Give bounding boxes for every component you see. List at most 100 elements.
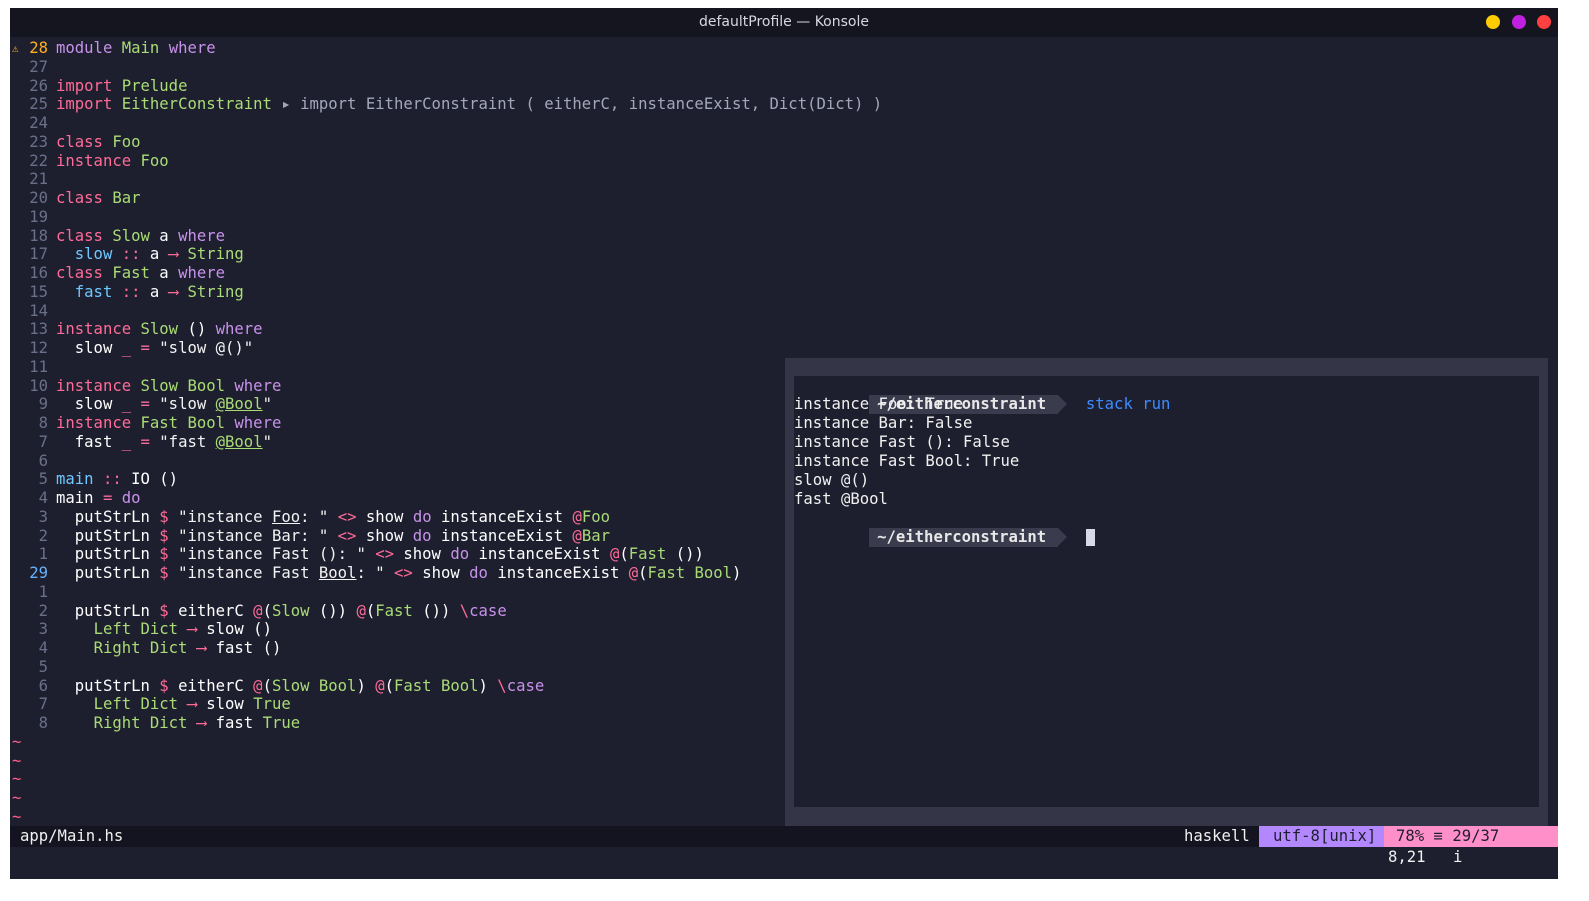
- code-line[interactable]: 7 Left Dict ⟶ slow True: [10, 695, 291, 714]
- code-text: Right Dict ⟶ fast True: [93, 714, 301, 732]
- code-text: Left Dict ⟶ slow (): [93, 620, 272, 639]
- code-text: class Slow a where: [56, 226, 226, 245]
- terminal-output-line: instance Bar: False: [794, 414, 973, 432]
- command-program: stack: [1085, 395, 1133, 413]
- terminal-content[interactable]: ~/eitherconstraint stack run instance Fo…: [794, 376, 1539, 807]
- code-line[interactable]: 25 import EitherConstraint ▸ import Eithe…: [10, 95, 882, 114]
- code-text: putStrLn $ "instance Fast Bool: " <> sho…: [74, 564, 742, 582]
- code-line[interactable]: 13 instance Slow () where: [10, 320, 262, 339]
- code-line[interactable]: 21: [10, 170, 48, 189]
- code-line[interactable]: 2 putStrLn $ "instance Bar: " <> show do…: [10, 526, 610, 546]
- code-line[interactable]: 20 class Bar: [10, 189, 140, 208]
- line-number: 5: [38, 657, 48, 676]
- code-line[interactable]: 8 instance Fast Bool where: [10, 414, 282, 433]
- code-text: slow :: a ⟶ String: [74, 245, 244, 264]
- vim-cmdline[interactable]: 8,21 i: [10, 847, 1558, 879]
- line-number: 1: [38, 582, 48, 601]
- code-line[interactable]: 16 class Fast a where: [10, 264, 225, 283]
- line-number: 7: [38, 695, 48, 714]
- code-text: Right Dict ⟶ fast (): [93, 639, 282, 657]
- mode-indicator: i: [1453, 848, 1463, 866]
- code-text: putStrLn $ "instance Fast (): " <> show …: [74, 545, 704, 564]
- code-text: instance Slow () where: [56, 320, 263, 339]
- line-number: 24: [29, 114, 48, 132]
- line-number: 23: [29, 132, 48, 151]
- close-button[interactable]: [1537, 15, 1551, 29]
- code-line[interactable]: 6 putStrLn $ eitherC @(Slow Bool) @(Fast…: [10, 676, 545, 696]
- prompt-arrow-icon: [1058, 395, 1068, 413]
- code-line[interactable]: 5 main :: IO (): [10, 470, 178, 489]
- code-line[interactable]: 10 instance Slow Bool where: [10, 377, 281, 396]
- line-number: 7: [38, 432, 48, 451]
- code-line[interactable]: 1 putStrLn $ "instance Fast (): " <> sho…: [10, 545, 704, 564]
- terminal-cursor: [1085, 529, 1095, 546]
- code-line[interactable]: 22 instance Foo: [10, 151, 168, 171]
- code-line[interactable]: 3 putStrLn $ "instance Foo: " <> show do…: [10, 508, 610, 527]
- line-number: 5: [38, 470, 48, 489]
- code-text: putStrLn $ eitherC @(Slow ()) @(Fast ())…: [74, 601, 507, 620]
- code-text: module Main where: [56, 39, 216, 57]
- code-line[interactable]: 12 slow _ = "slow @()": [10, 339, 253, 358]
- terminal-output-line: slow @(): [794, 471, 870, 489]
- code-line[interactable]: 4 Right Dict ⟶ fast (): [10, 639, 282, 658]
- code-line[interactable]: 9 slow _ = "slow @Bool": [10, 395, 272, 414]
- code-text: class Bar: [56, 189, 141, 207]
- code-line[interactable]: 24: [10, 114, 48, 133]
- code-line[interactable]: 5: [10, 658, 48, 677]
- code-line[interactable]: 6: [10, 452, 48, 471]
- line-number: 11: [29, 357, 48, 376]
- code-text: import EitherConstraint ▸ import EitherC…: [56, 95, 883, 114]
- code-line[interactable]: 7 fast _ = "fast @Bool": [10, 432, 272, 452]
- code-line[interactable]: 3 Left Dict ⟶ slow (): [10, 620, 272, 639]
- code-text: import Prelude: [56, 76, 188, 95]
- code-line[interactable]: 15 fast :: a ⟶ String: [10, 283, 244, 302]
- line-number: 19: [29, 207, 48, 226]
- line-number: 22: [29, 151, 48, 170]
- code-line[interactable]: 29 putStrLn $ "instance Fast Bool: " <> …: [10, 564, 741, 583]
- code-text: putStrLn $ eitherC @(Slow Bool) @(Fast B…: [74, 676, 545, 695]
- cursor-ruler: 8,21: [1388, 848, 1426, 866]
- code-line[interactable]: ⚠ 28 module Main where: [10, 39, 216, 58]
- window-title: defaultProfile — Konsole: [699, 14, 869, 30]
- minimize-button[interactable]: [1486, 15, 1500, 29]
- code-line[interactable]: 11: [10, 358, 48, 377]
- empty-line-marker: ~: [12, 732, 22, 751]
- code-line[interactable]: 19: [10, 208, 48, 227]
- status-position: 78% ≡ 29/37 ㏑:46: [1384, 826, 1558, 866]
- code-text: instance Foo: [56, 151, 169, 170]
- code-text: slow _ = "slow @Bool": [74, 395, 272, 414]
- code-line[interactable]: 4 main = do: [10, 489, 141, 508]
- code-text: slow _ = "slow @()": [74, 339, 254, 357]
- konsole-window: defaultProfile — Konsole ⚠ 28 module Main …: [10, 8, 1558, 879]
- line-number: 26: [29, 76, 48, 95]
- line-number: 8: [38, 414, 48, 432]
- warning-icon: ⚠: [12, 42, 19, 55]
- title-bar[interactable]: defaultProfile — Konsole: [10, 8, 1558, 37]
- code-line[interactable]: 8 Right Dict ⟶ fast True: [10, 714, 301, 733]
- line-number: 12: [29, 339, 48, 357]
- empty-line-marker: ~: [12, 807, 22, 826]
- code-line[interactable]: 26 import Prelude: [10, 76, 187, 96]
- code-text: instance Slow Bool where: [56, 376, 282, 395]
- line-number: 4: [38, 489, 48, 507]
- maximize-button[interactable]: [1512, 15, 1526, 29]
- empty-line-marker: ~: [12, 789, 22, 807]
- code-text: fast _ = "fast @Bool": [74, 432, 272, 451]
- code-line[interactable]: 1: [10, 583, 48, 602]
- code-line[interactable]: 27: [10, 58, 48, 77]
- code-line[interactable]: 23 class Foo: [10, 132, 140, 152]
- terminal-output-line: instance Foo: True: [794, 395, 963, 413]
- code-line[interactable]: 17 slow :: a ⟶ String: [10, 245, 244, 264]
- code-text: class Foo: [56, 132, 141, 151]
- empty-line-marker: ~: [12, 770, 22, 789]
- code-line[interactable]: 18 class Slow a where: [10, 227, 225, 246]
- line-number: 25: [29, 95, 48, 114]
- code-line[interactable]: 2 putStrLn $ eitherC @(Slow ()) @(Fast (…: [10, 602, 507, 621]
- line-number: 6: [38, 676, 48, 695]
- line-number: 29: [29, 564, 48, 582]
- code-line[interactable]: 14: [10, 302, 48, 321]
- status-encoding: utf-8[unix]: [1259, 826, 1387, 847]
- line-number: 1: [38, 545, 48, 564]
- terminal-popup[interactable]: ~/eitherconstraint stack run instance Fo…: [785, 358, 1548, 826]
- line-number: 2: [38, 526, 48, 545]
